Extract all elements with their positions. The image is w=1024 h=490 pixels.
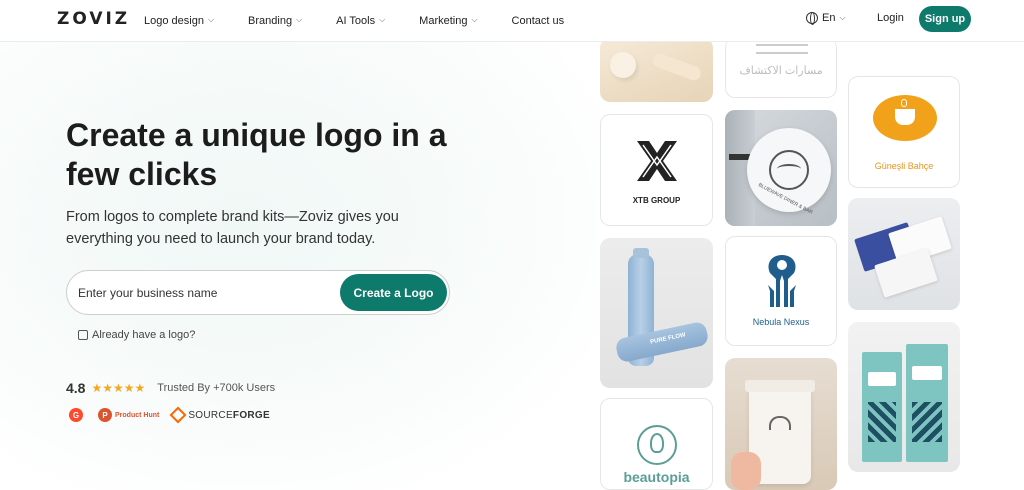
- rating-row: 4.8 ★★★★★ Trusted By +700k Users: [66, 380, 275, 396]
- elephant-logo-icon: [769, 416, 791, 430]
- upload-icon: [78, 330, 88, 340]
- create-logo-button[interactable]: Create a Logo: [340, 274, 447, 311]
- gallery-logo-arabic[interactable]: مسارات الاكتشاف: [725, 38, 837, 98]
- tree-logo-icon: [768, 255, 796, 307]
- nav-item-label: AI Tools: [336, 15, 376, 27]
- brand-logo[interactable]: ZOVIZ: [57, 9, 130, 29]
- hero-subtitle: From logos to complete brand kits—Zoviz …: [66, 209, 399, 247]
- hero-background: [0, 42, 600, 490]
- card-label: beautopia: [623, 469, 690, 485]
- rating-score: 4.8: [66, 380, 86, 396]
- already-have-logo-label: Already have a logo?: [92, 329, 196, 341]
- g2-logo-icon: G: [69, 408, 83, 422]
- xtb-logo-icon: [637, 141, 677, 181]
- nav-item-label: Contact us: [511, 15, 565, 27]
- business-name-input[interactable]: [78, 282, 328, 304]
- gallery-photo-cream-objects[interactable]: [600, 38, 713, 102]
- chevron-down-icon: ⌵: [207, 15, 215, 24]
- business-name-form: Create a Logo: [66, 270, 450, 315]
- gallery-photo-business-cards[interactable]: [848, 198, 960, 310]
- sourceforge-logo-icon: [169, 406, 187, 424]
- sourceforge-label: SOURCEFORGE: [188, 409, 270, 421]
- product-hunt-logo-icon: P: [98, 408, 112, 422]
- language-label: En: [822, 12, 836, 24]
- card-label: Güneşli Bahçe: [874, 161, 934, 171]
- sun-cup-logo-icon: [873, 95, 937, 141]
- already-have-logo-link[interactable]: Already have a logo?: [78, 329, 195, 341]
- gallery-photo-water-bottles[interactable]: PURE FLOW: [600, 238, 713, 388]
- review-badges: G P Product Hunt SOURCEFORGE: [69, 406, 270, 424]
- gallery-logo-gunesli-bahce[interactable]: Güneşli Bahçe: [848, 76, 960, 188]
- chevron-down-icon: ⌵: [839, 13, 846, 22]
- top-nav-bar: ZOVIZ Logo design ⌵ Branding ⌵ AI Tools …: [0, 0, 1024, 42]
- language-selector[interactable]: En ⌵: [806, 12, 846, 25]
- nav-item-branding[interactable]: Branding ⌵: [248, 15, 302, 27]
- product-hunt-label: Product Hunt: [115, 411, 160, 419]
- wave-logo-icon: [756, 44, 808, 54]
- gallery-photo-coffee-cup[interactable]: [725, 358, 837, 490]
- nav-item-label: Branding: [248, 15, 293, 27]
- gallery-logo-nebula-nexus[interactable]: Nebula Nexus: [725, 236, 837, 346]
- nav-item-ai-tools[interactable]: AI Tools ⌵: [336, 15, 385, 27]
- star-rating-icons: ★★★★★: [91, 381, 146, 395]
- nav-item-marketing[interactable]: Marketing ⌵: [419, 15, 477, 27]
- beautopia-logo-icon: [637, 425, 677, 465]
- chevron-down-icon: ⌵: [471, 15, 478, 24]
- gallery-photo-teal-packaging[interactable]: [848, 322, 960, 472]
- card-label: مسارات الاكتشاف: [739, 65, 823, 77]
- card-label: XTB GROUP: [632, 196, 681, 205]
- gallery-logo-beautopia[interactable]: beautopia: [600, 398, 713, 490]
- gallery-photo-bluewave-sign[interactable]: BLUEWAVE DINER & BAR: [725, 110, 837, 226]
- hero-title: Create a unique logo in a few clicks: [66, 117, 447, 192]
- trusted-by-text: Trusted By +700k Users: [157, 382, 276, 394]
- nav-item-logo-design[interactable]: Logo design ⌵: [144, 15, 214, 27]
- login-link[interactable]: Login: [877, 12, 904, 24]
- chevron-down-icon: ⌵: [379, 15, 386, 24]
- gallery-logo-xtb-group[interactable]: XTB GROUP: [600, 114, 713, 226]
- card-label: Nebula Nexus: [752, 317, 810, 327]
- globe-icon: [806, 12, 818, 25]
- nav-item-label: Logo design: [144, 15, 204, 27]
- chevron-down-icon: ⌵: [296, 15, 303, 24]
- signup-button[interactable]: Sign up: [919, 6, 971, 32]
- nav-item-label: Marketing: [419, 15, 468, 27]
- nav-item-contact-us[interactable]: Contact us: [512, 15, 565, 27]
- main-nav: Logo design ⌵ Branding ⌵ AI Tools ⌵ Mark…: [144, 0, 598, 42]
